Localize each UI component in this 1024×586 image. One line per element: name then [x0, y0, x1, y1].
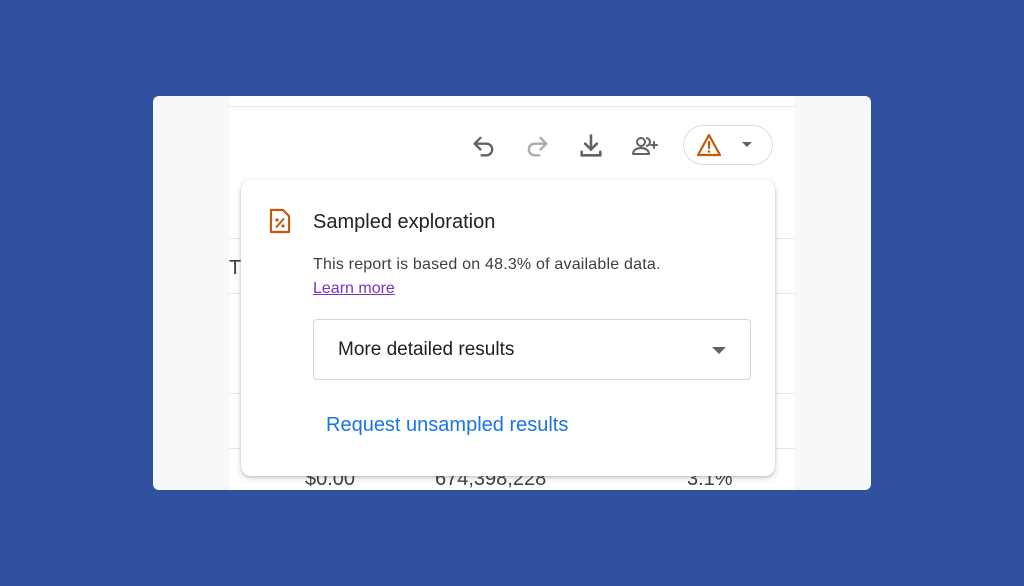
popup-title: Sampled exploration — [313, 211, 496, 233]
download-icon — [580, 134, 602, 157]
warning-triangle-icon — [696, 133, 722, 157]
toolbar — [463, 124, 783, 168]
sampled-exploration-popup: Sampled exploration This report is based… — [241, 180, 775, 476]
chevron-down-icon — [742, 142, 752, 147]
table-header-partial: T — [229, 257, 242, 279]
learn-more-link[interactable]: Learn more — [313, 280, 395, 298]
redo-icon — [527, 136, 548, 157]
share-button[interactable] — [629, 130, 661, 162]
select-value: More detailed results — [338, 339, 515, 360]
app-card: T $0.00 674,398,228 3.1% Sampled explora… — [153, 96, 871, 490]
chevron-down-icon — [712, 347, 726, 354]
undo-icon — [473, 136, 494, 157]
download-button[interactable] — [575, 130, 607, 162]
sampling-level-select[interactable]: More detailed results — [313, 319, 751, 380]
sampled-percent-icon — [269, 208, 291, 234]
request-unsampled-results-button[interactable]: Request unsampled results — [326, 414, 568, 437]
add-person-icon — [632, 137, 658, 155]
redo-button[interactable] — [521, 130, 553, 162]
sampling-warning-button[interactable] — [683, 125, 773, 165]
divider — [229, 106, 795, 107]
popup-description: This report is based on 48.3% of availab… — [313, 256, 661, 273]
undo-button[interactable] — [468, 130, 500, 162]
